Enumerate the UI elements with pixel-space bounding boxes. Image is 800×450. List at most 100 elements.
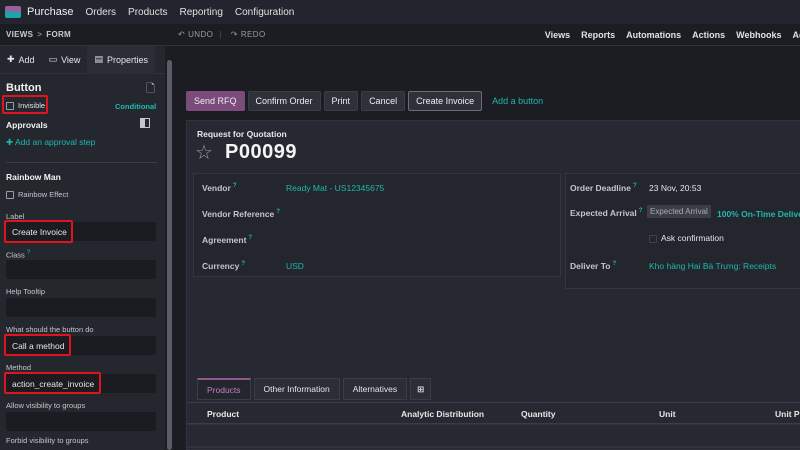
deliver-to-label-text: Deliver To xyxy=(570,261,611,271)
redo-icon[interactable]: ↷ xyxy=(231,30,238,39)
help-icon[interactable]: ? xyxy=(241,261,245,267)
create-invoice-button[interactable]: Create Invoice xyxy=(408,91,483,111)
add-approval-link[interactable]: ✚ Add an approval step xyxy=(6,137,157,148)
ask-confirmation-checkbox[interactable] xyxy=(649,234,657,243)
star-icon[interactable]: ☆ xyxy=(195,140,213,165)
document-icon[interactable]: 🗋 xyxy=(146,80,156,99)
breadcrumb-views[interactable]: VIEWS xyxy=(6,30,33,39)
column-product[interactable]: Product xyxy=(207,409,239,419)
undo-button[interactable]: UNDO xyxy=(188,30,213,39)
help-icon[interactable]: ? xyxy=(276,209,280,215)
studio-sidebar: ✚ Add ▭ View ▤ Properties Button 🗋 Invisibl… xyxy=(0,45,165,450)
add-button-link[interactable]: Add a button xyxy=(485,91,550,111)
agreement-label-text: Agreement xyxy=(202,235,247,245)
conditional-link[interactable]: Conditional xyxy=(115,102,157,111)
help-icon[interactable]: ? xyxy=(233,183,237,189)
order-reference: P00099 xyxy=(225,141,297,163)
right-field-group: Order Deadline? 23 Nov, 20:53 Expected A… xyxy=(565,173,800,289)
plus-square-icon: ⊞ xyxy=(417,383,425,394)
expected-arrival-input[interactable]: Expected Arrival xyxy=(647,205,711,218)
undo-icon[interactable]: ↶ xyxy=(178,30,185,39)
menu-webhooks[interactable]: Webhooks xyxy=(736,30,781,40)
breadcrumb-form: FORM xyxy=(46,30,72,39)
help-icon[interactable]: ? xyxy=(248,235,252,241)
properties-icon: ▤ xyxy=(94,54,103,64)
nav-reporting[interactable]: Reporting xyxy=(180,7,223,18)
breadcrumb: VIEWS > FORM xyxy=(6,30,72,39)
menu-access[interactable]: Ac xyxy=(792,30,800,40)
currency-row: Currency? xyxy=(202,261,245,271)
deadline-value[interactable]: 23 Nov, 20:53 xyxy=(649,183,701,193)
column-quantity[interactable]: Quantity xyxy=(521,409,555,419)
purchase-app-icon[interactable] xyxy=(5,6,21,18)
help-icon[interactable]: ? xyxy=(612,261,616,267)
deliver-to-row: Deliver To? xyxy=(570,261,616,271)
tab-view[interactable]: ▭ View xyxy=(42,46,88,74)
deadline-label-text: Order Deadline xyxy=(570,183,631,193)
help-icon[interactable]: ? xyxy=(639,208,643,214)
allow-groups-input[interactable] xyxy=(6,412,156,431)
document-type-label: Request for Quotation xyxy=(197,129,287,139)
deliver-to-value[interactable]: Kho hàng Hai Bà Trưng: Receipts xyxy=(649,261,776,271)
help-tooltip-input[interactable] xyxy=(6,298,156,317)
column-analytic-distribution[interactable]: Analytic Distribution xyxy=(401,409,484,419)
forbid-groups-label: Forbid visibility to groups xyxy=(6,436,89,445)
status-button-row: Send RFQ Confirm Order Print Cancel Crea… xyxy=(186,91,553,111)
sidebar-scrollbar[interactable] xyxy=(165,46,174,450)
sidebar-tabs: ✚ Add ▭ View ▤ Properties xyxy=(0,45,165,74)
deadline-row: Order Deadline? xyxy=(570,183,637,193)
send-rfq-button[interactable]: Send RFQ xyxy=(186,91,245,111)
sidebar-title: Button xyxy=(6,82,42,94)
help-icon[interactable]: ? xyxy=(27,249,30,256)
column-unit-price[interactable]: Unit P xyxy=(775,409,800,419)
tab-products[interactable]: Products xyxy=(197,378,251,400)
print-button[interactable]: Print xyxy=(323,91,359,111)
approvals-toggle-icon[interactable] xyxy=(140,118,152,129)
vendor-row: Vendor? xyxy=(202,183,236,193)
class-input[interactable] xyxy=(6,260,156,279)
currency-label: Currency? xyxy=(202,261,245,271)
cancel-button[interactable]: Cancel xyxy=(361,91,406,111)
currency-label-text: Currency xyxy=(202,261,240,271)
expected-arrival-row: Expected Arrival? xyxy=(570,208,642,218)
menu-reports[interactable]: Reports xyxy=(581,30,615,40)
redo-button[interactable]: REDO xyxy=(241,30,266,39)
table-row xyxy=(187,446,800,447)
on-time-delivery-stat[interactable]: 100% On-Time Deliver xyxy=(717,209,800,219)
approvals-heading: Approvals xyxy=(6,120,48,130)
scrollbar-thumb[interactable] xyxy=(167,60,172,450)
tab-view-label: View xyxy=(61,54,81,65)
tab-other-information[interactable]: Other Information xyxy=(253,378,340,400)
vendor-value[interactable]: Ready Mat - US12345675 xyxy=(286,183,384,193)
tab-alternatives[interactable]: Alternatives xyxy=(342,378,408,400)
rainbow-option[interactable]: Rainbow Effect xyxy=(6,190,157,200)
highlight-box-label xyxy=(4,220,73,243)
menu-automations[interactable]: Automations xyxy=(626,30,681,40)
vendor-label: Vendor? xyxy=(202,183,236,193)
menu-actions[interactable]: Actions xyxy=(692,30,725,40)
highlight-box-invisible xyxy=(2,95,48,114)
ask-confirmation-option[interactable]: Ask confirmation xyxy=(649,233,724,243)
confirm-order-button[interactable]: Confirm Order xyxy=(247,91,321,111)
expected-arrival-placeholder: Expected Arrival xyxy=(647,205,711,218)
nav-products[interactable]: Products xyxy=(128,7,167,18)
deliver-to-label: Deliver To? xyxy=(570,261,616,271)
column-unit[interactable]: Unit xyxy=(659,409,676,419)
button-action-label: What should the button do xyxy=(6,325,94,334)
tab-add[interactable]: ✚ Add xyxy=(0,46,42,74)
tab-properties[interactable]: ▤ Properties xyxy=(87,45,155,74)
help-icon[interactable]: ? xyxy=(633,183,637,189)
app-name[interactable]: Purchase xyxy=(27,6,73,18)
method-field-label: Method xyxy=(6,363,32,372)
add-tab-button[interactable]: ⊞ xyxy=(410,378,432,400)
rainbow-checkbox[interactable] xyxy=(6,191,14,200)
nav-orders[interactable]: Orders xyxy=(85,7,116,18)
nav-configuration[interactable]: Configuration xyxy=(235,7,294,18)
highlight-box-action xyxy=(4,334,71,356)
notebook-tabs: Products Other Information Alternatives … xyxy=(197,378,434,400)
menu-views[interactable]: Views xyxy=(545,30,570,40)
table-row xyxy=(187,447,800,448)
currency-value[interactable]: USD xyxy=(286,261,304,271)
vendor-reference-label-text: Vendor Reference xyxy=(202,209,275,219)
rainbow-heading: Rainbow Man xyxy=(6,172,61,182)
